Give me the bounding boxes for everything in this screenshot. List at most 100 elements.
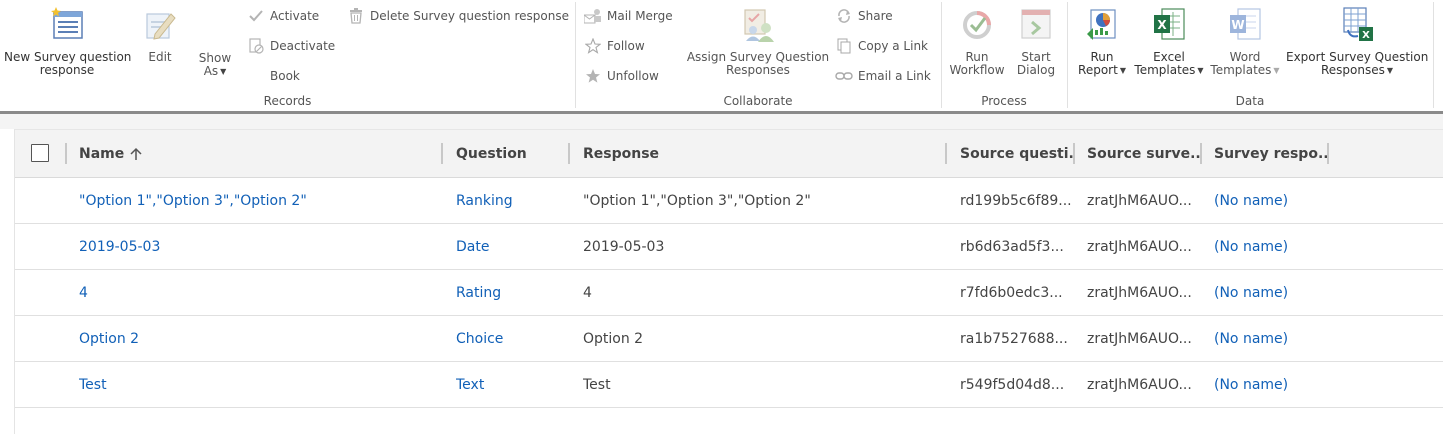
column-header-source-question-label: Source questi... — [960, 146, 1074, 162]
survey-response-link[interactable]: (No name) — [1214, 270, 1327, 315]
export-icon: X — [1343, 7, 1373, 41]
group-divider — [1433, 2, 1434, 108]
word-templates-button[interactable]: W Word Templates ▼ — [1208, 6, 1282, 77]
survey-response-link[interactable]: (No name) — [1214, 224, 1327, 269]
svg-text:X: X — [1157, 18, 1167, 32]
chevron-down-icon: ▼ — [1119, 66, 1126, 75]
source-survey-cell: zratJhM6AUO... — [1087, 330, 1192, 347]
table-row[interactable]: 4 Rating 4 r7fd6b0edc3... zratJhM6AUO...… — [15, 270, 1443, 316]
word-icon: W — [1230, 8, 1261, 40]
survey-response-link[interactable]: (No name) — [1214, 178, 1327, 223]
assign-button[interactable]: Assign Survey Question Responses — [686, 6, 830, 77]
share-label: Share — [858, 9, 893, 23]
group-divider — [575, 2, 576, 108]
name-cell-link[interactable]: "Option 1","Option 3","Option 2" — [79, 178, 439, 223]
name-cell-link[interactable]: 4 — [79, 270, 439, 315]
table-row[interactable]: Test Text Test r549f5d04d8... zratJhM6AU… — [15, 362, 1443, 408]
edit-button[interactable]: Edit — [138, 6, 182, 64]
grid-header: Name Question Response Source questi... … — [15, 129, 1443, 178]
records-grid: Name Question Response Source questi... … — [14, 129, 1443, 434]
export-button[interactable]: X Export Survey Question Responses ▼ — [1286, 6, 1428, 77]
chevron-down-icon: ▼ — [1273, 66, 1280, 75]
survey-response-link[interactable]: (No name) — [1214, 316, 1327, 361]
run-workflow-label-2: Workflow — [949, 63, 1005, 77]
excel-label-2: Templates — [1134, 63, 1196, 77]
response-cell: Test — [583, 376, 611, 393]
workflow-icon — [963, 11, 991, 39]
email-link-label: Email a Link — [858, 69, 931, 83]
table-row[interactable]: "Option 1","Option 3","Option 2" Ranking… — [15, 178, 1443, 224]
copy-link-button[interactable]: Copy a Link — [835, 36, 928, 56]
group-divider — [941, 2, 942, 108]
delete-label: Delete Survey question response — [370, 9, 569, 23]
column-header-question-label: Question — [456, 146, 527, 162]
follow-button[interactable]: Follow — [584, 36, 645, 56]
survey-response-link[interactable]: (No name) — [1214, 362, 1327, 407]
activate-button[interactable]: Activate — [247, 6, 319, 26]
email-link-button[interactable]: Email a Link — [835, 66, 931, 86]
unfollow-label: Unfollow — [607, 69, 659, 83]
source-survey-cell: zratJhM6AUO... — [1087, 376, 1192, 393]
dialog-icon — [1021, 9, 1051, 39]
run-report-label-2: Report — [1078, 63, 1118, 77]
unfollow-button[interactable]: Unfollow — [584, 66, 659, 86]
excel-icon: X — [1154, 8, 1185, 40]
column-header-name[interactable]: Name — [79, 130, 439, 178]
copy-icon — [835, 37, 853, 55]
assign-icon — [744, 9, 774, 42]
question-cell-link[interactable]: Rating — [456, 270, 566, 315]
share-button[interactable]: Share — [835, 6, 893, 26]
column-header-survey-response[interactable]: Survey respo... — [1214, 130, 1327, 178]
table-row[interactable]: Option 2 Choice Option 2 ra1b7527688... … — [15, 316, 1443, 362]
mail-merge-label: Mail Merge — [607, 9, 673, 23]
column-header-name-label: Name — [79, 146, 125, 162]
mail-merge-button[interactable]: Mail Merge — [584, 6, 673, 26]
run-report-button[interactable]: Run Report ▼ — [1074, 6, 1130, 77]
source-survey-cell: zratJhM6AUO... — [1087, 238, 1192, 255]
question-cell-link[interactable]: Ranking — [456, 178, 566, 223]
deactivate-icon — [247, 37, 265, 55]
book-button[interactable]: Book — [247, 66, 300, 86]
name-cell-link[interactable]: 2019-05-03 — [79, 224, 439, 269]
svg-text:X: X — [1362, 30, 1370, 41]
delete-button[interactable]: Delete Survey question response — [347, 6, 569, 26]
start-dialog-label-2: Dialog — [1016, 63, 1056, 77]
question-cell-link[interactable]: Date — [456, 224, 566, 269]
column-header-source-survey[interactable]: Source surve... — [1087, 130, 1200, 178]
star-filled-icon — [584, 67, 602, 85]
question-cell-link[interactable]: Choice — [456, 316, 566, 361]
export-label-2: Responses — [1320, 63, 1385, 77]
records-group-label: Records — [263, 94, 312, 108]
source-question-cell: ra1b7527688... — [960, 330, 1068, 347]
run-workflow-button[interactable]: Run Workflow — [946, 6, 1008, 77]
deactivate-button[interactable]: Deactivate — [247, 36, 335, 56]
start-dialog-button[interactable]: Start Dialog — [1012, 6, 1060, 77]
show-as-button[interactable]: Show As ▼ — [193, 52, 237, 78]
column-header-survey-response-label: Survey respo... — [1214, 146, 1327, 162]
star-outline-icon — [584, 37, 602, 55]
source-question-cell: rd199b5c6f89... — [960, 192, 1072, 209]
mail-merge-icon — [584, 7, 602, 25]
column-header-response[interactable]: Response — [583, 130, 943, 178]
select-all-checkbox[interactable] — [31, 144, 49, 162]
word-label-2: Templates — [1210, 63, 1272, 77]
group-divider — [1067, 2, 1068, 108]
grid-spacer — [0, 114, 1443, 129]
new-record-icon — [51, 7, 83, 39]
excel-templates-button[interactable]: X Excel Templates ▼ — [1132, 6, 1206, 77]
collaborate-group-label: Collaborate — [723, 94, 793, 108]
chevron-down-icon: ▼ — [1197, 66, 1204, 75]
report-icon — [1087, 9, 1116, 40]
column-header-source-question[interactable]: Source questi... — [960, 130, 1074, 178]
column-header-source-survey-label: Source surve... — [1087, 146, 1200, 162]
activate-label: Activate — [270, 9, 320, 23]
table-row[interactable]: 2019-05-03 Date 2019-05-03 rb6d63ad5f3..… — [15, 224, 1443, 270]
new-button-label-2: response — [39, 63, 95, 77]
link-icon — [835, 67, 853, 85]
column-header-question[interactable]: Question — [456, 130, 566, 178]
new-survey-question-response-button[interactable]: New Survey question response — [4, 6, 131, 77]
question-cell-link[interactable]: Text — [456, 362, 566, 407]
name-cell-link[interactable]: Test — [79, 362, 439, 407]
svg-text:W: W — [1231, 18, 1244, 32]
name-cell-link[interactable]: Option 2 — [79, 316, 439, 361]
